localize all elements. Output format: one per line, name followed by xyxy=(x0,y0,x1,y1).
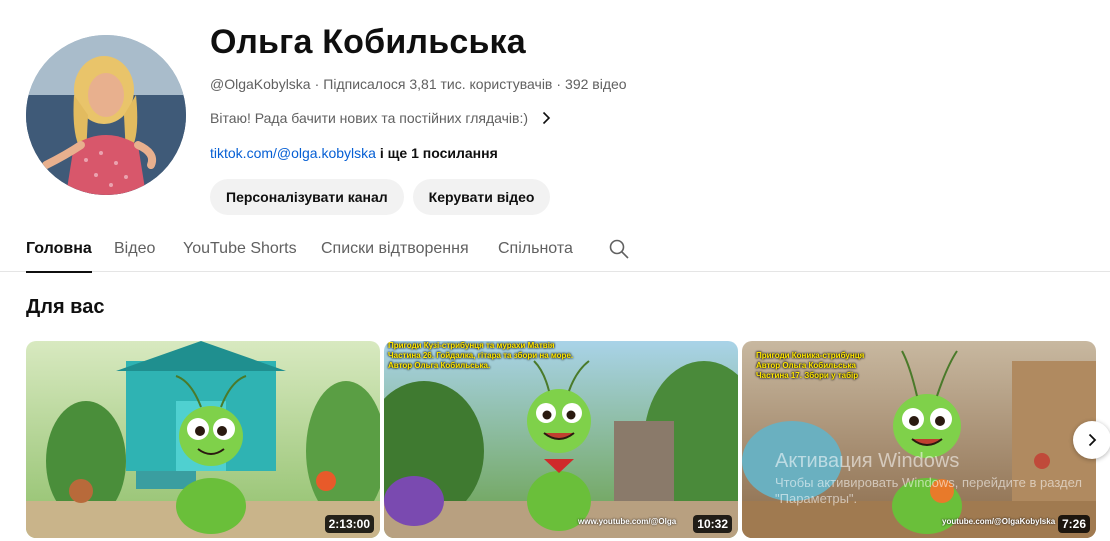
tiktok-link[interactable]: tiktok.com/@olga.kobylska xyxy=(210,145,376,161)
thumbnail-caption: Пригоди Кузі-стрибунця та мурахи Матвія … xyxy=(388,341,574,370)
tab-home[interactable]: Головна xyxy=(26,226,92,273)
video-thumbnail[interactable]: Пригоди Коника-стрибунця Автор Ольга Коб… xyxy=(742,341,1096,538)
channel-links: tiktok.com/@olga.kobylska і ще 1 посилан… xyxy=(210,143,1090,163)
video-count: 392 відео xyxy=(565,76,627,92)
tab-playlists[interactable]: Списки відтворення xyxy=(321,226,469,272)
channel-tabs: Головна Відео YouTube Shorts Списки відт… xyxy=(0,226,1110,273)
section-title: Для вас xyxy=(26,296,105,318)
channel-name: Ольга Кобильська xyxy=(210,23,526,61)
channel-avatar[interactable] xyxy=(26,35,186,195)
channel-description[interactable]: Вітаю! Рада бачити нових та постійних гл… xyxy=(210,108,1090,128)
customize-channel-button[interactable]: Персоналізувати канал xyxy=(210,179,404,215)
video-thumbnail[interactable]: 2:13:00 xyxy=(26,341,380,538)
subscriber-count: Підписалося 3,81 тис. користувачів xyxy=(323,76,553,92)
channel-handle: @OlgaKobylska xyxy=(210,76,311,92)
avatar-image xyxy=(26,35,186,195)
description-text: Вітаю! Рада бачити нових та постійних гл… xyxy=(210,110,529,126)
more-links[interactable]: і ще 1 посилання xyxy=(380,145,498,161)
thumbnail-caption: Пригоди Коника-стрибунця Автор Ольга Коб… xyxy=(756,351,865,380)
search-icon[interactable] xyxy=(607,237,631,261)
meta-separator: · xyxy=(556,76,562,92)
video-duration: 2:13:00 xyxy=(324,515,374,533)
tab-videos[interactable]: Відео xyxy=(114,226,155,272)
channel-actions: Персоналізувати канал Керувати відео xyxy=(210,179,1090,215)
thumbnail-url: www.youtube.com/@Olga xyxy=(578,517,677,526)
video-duration: 10:32 xyxy=(693,515,732,533)
video-thumbnail[interactable]: Пригоди Кузі-стрибунця та мурахи Матвія … xyxy=(384,341,738,538)
channel-meta: @OlgaKobylska · Підписалося 3,81 тис. кори… xyxy=(210,74,1090,94)
channel-info: Ольга Кобильська @OlgaKobylska · Підписало… xyxy=(210,22,1090,215)
next-arrow-icon[interactable] xyxy=(1073,421,1110,459)
meta-separator: · xyxy=(314,76,320,92)
tab-community[interactable]: Спільнота xyxy=(498,226,573,272)
thumbnail-image xyxy=(26,341,380,538)
video-duration: 7:26 xyxy=(1057,515,1090,533)
manage-videos-button[interactable]: Керувати відео xyxy=(412,179,551,215)
chevron-right-icon[interactable] xyxy=(536,108,556,128)
thumbnail-url: youtube.com/@OlgaKobylska xyxy=(942,517,1056,526)
channel-page: Ольга Кобильська @OlgaKobylska · Підписало… xyxy=(0,0,1110,541)
tab-shorts[interactable]: YouTube Shorts xyxy=(183,226,297,272)
